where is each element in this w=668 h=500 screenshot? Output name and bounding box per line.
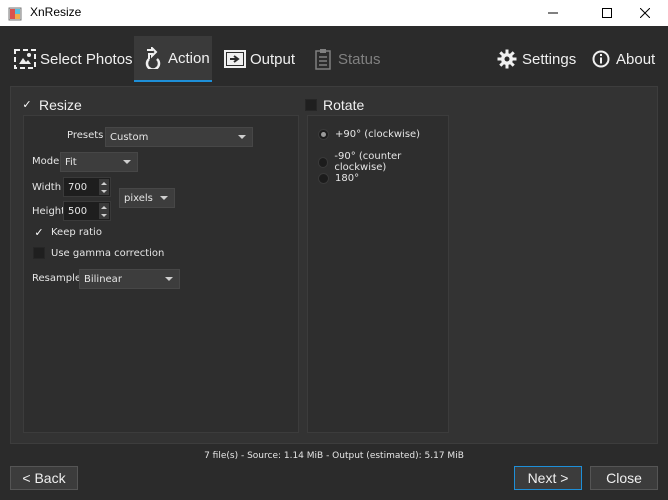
settings-button[interactable]: Settings (496, 36, 576, 82)
status-text: 7 file(s) - Source: 1.14 MiB - Output (e… (204, 451, 464, 461)
action-panel: ✓ Resize Rotate Presets Custom Mode Fit … (10, 86, 658, 444)
keep-ratio-checkbox[interactable]: ✓ Keep ratio (33, 226, 102, 238)
unit-dropdown[interactable]: pixels (119, 188, 175, 208)
spin-buttons[interactable] (99, 179, 109, 195)
chevron-down-icon (123, 160, 131, 164)
next-button[interactable]: Next > (514, 466, 582, 490)
output-icon (224, 48, 246, 70)
keep-ratio-label: Keep ratio (51, 226, 102, 238)
status-icon (312, 48, 334, 70)
resize-group: Presets Custom Mode Fit Width 700 pixels… (23, 115, 299, 433)
resample-value: Bilinear (84, 273, 122, 285)
info-icon (590, 48, 612, 70)
back-button[interactable]: < Back (10, 466, 78, 490)
height-value: 500 (68, 205, 88, 217)
mode-dropdown[interactable]: Fit (60, 152, 138, 172)
spin-up-icon (101, 181, 107, 185)
action-icon (142, 47, 164, 69)
toolbar: Select Photos Action Output Status Setti… (0, 26, 668, 84)
tab-action[interactable]: Action (134, 36, 212, 82)
presets-label: Presets (67, 130, 104, 141)
app-icon (8, 6, 22, 21)
tab-label: Action (168, 49, 210, 67)
gear-icon (496, 48, 518, 70)
tab-label: Status (338, 50, 381, 68)
height-label: Height (32, 206, 66, 217)
resize-checkbox[interactable]: ✓ Resize (21, 97, 82, 113)
resample-label: Resample (32, 273, 82, 284)
width-spinbox[interactable]: 700 (63, 177, 111, 197)
minimize-icon (548, 12, 558, 14)
gamma-label: Use gamma correction (51, 247, 165, 259)
rotate-label: Rotate (323, 97, 365, 113)
unit-value: pixels (124, 192, 153, 204)
about-label: About (616, 50, 656, 68)
mode-label: Mode (32, 156, 60, 167)
maximize-icon (602, 8, 612, 18)
close-window-button[interactable] (622, 0, 668, 26)
rotate-option-ccw[interactable]: -90° (counter clockwise) (318, 151, 448, 173)
radio-dot (321, 132, 326, 137)
spin-buttons[interactable] (99, 203, 109, 219)
mode-value: Fit (65, 156, 77, 168)
close-icon (640, 8, 650, 18)
height-spinbox[interactable]: 500 (63, 201, 111, 221)
resample-dropdown[interactable]: Bilinear (79, 269, 180, 289)
minimize-button[interactable] (530, 0, 576, 26)
tab-output[interactable]: Output (224, 36, 295, 82)
tab-label: Output (250, 50, 296, 68)
select-photos-icon (14, 48, 36, 70)
rotate-option-180[interactable]: 180° (318, 173, 359, 184)
spin-down-icon (101, 213, 107, 217)
rotate-option-cw[interactable]: +90° (clockwise) (318, 129, 420, 140)
window-title: XnResize (30, 5, 82, 19)
radio-button (318, 156, 329, 168)
radio-button (318, 173, 329, 184)
chevron-down-icon (238, 135, 246, 139)
settings-label: Settings (522, 50, 577, 68)
presets-value: Custom (110, 131, 149, 143)
width-label: Width (32, 182, 62, 193)
checkbox-box (305, 99, 317, 111)
resize-label: Resize (39, 97, 82, 113)
radio-button (318, 129, 329, 140)
title-bar: XnResize (0, 0, 668, 26)
presets-dropdown[interactable]: Custom (105, 127, 253, 147)
rotate-group: +90° (clockwise) -90° (counter clockwise… (307, 115, 449, 433)
spin-down-icon (101, 189, 107, 193)
rotate-option-label: +90° (clockwise) (335, 129, 421, 140)
rotate-option-label: 180° (335, 173, 360, 184)
rotate-checkbox[interactable]: Rotate (305, 97, 364, 113)
tab-label: Select Photos (40, 50, 133, 68)
check-icon: ✓ (22, 98, 32, 111)
gamma-correction-checkbox[interactable]: Use gamma correction (33, 247, 164, 259)
width-value: 700 (68, 181, 88, 193)
tab-select-photos[interactable]: Select Photos (14, 36, 133, 82)
about-button[interactable]: About (590, 36, 655, 82)
check-icon: ✓ (34, 225, 44, 239)
rotate-option-label: -90° (counter clockwise) (334, 151, 402, 173)
chevron-down-icon (165, 277, 173, 281)
tab-status[interactable]: Status (312, 36, 381, 82)
close-button[interactable]: Close (590, 466, 658, 490)
spin-up-icon (101, 205, 107, 209)
chevron-down-icon (160, 196, 168, 200)
checkbox-box (33, 247, 45, 259)
